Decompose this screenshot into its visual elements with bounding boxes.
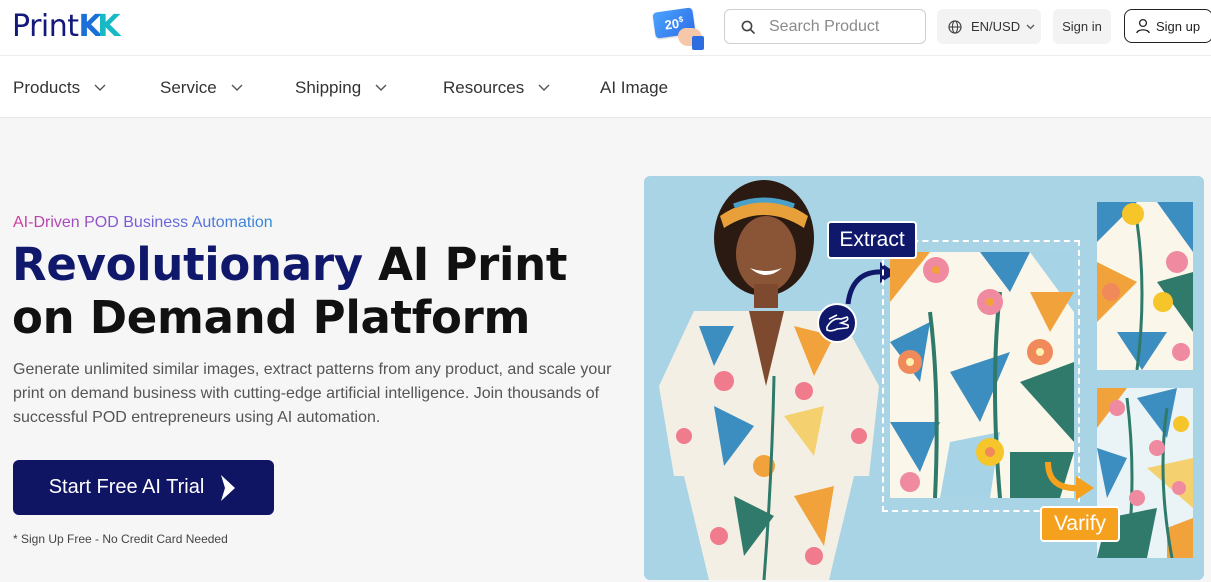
coupon-promo-icon[interactable]: 20$ (652, 6, 704, 50)
nav-item-resources[interactable]: Resources (443, 57, 550, 118)
chevron-right-icon (221, 474, 236, 501)
variation-tile-top (1097, 202, 1193, 370)
main-nav: Products Service Shipping Resources AI I… (0, 57, 1211, 118)
sign-in-button[interactable]: Sign in (1053, 9, 1111, 44)
nav-item-ai-image[interactable]: AI Image (600, 57, 668, 118)
search-input[interactable] (769, 17, 919, 36)
user-icon (1136, 18, 1150, 34)
extract-label-badge: Extract (827, 221, 917, 259)
chevron-down-icon (538, 84, 550, 91)
hand-hold-icon (817, 303, 857, 343)
verify-label-badge: Varify (1040, 506, 1120, 542)
top-bar: PrintKK 20$ EN/USD Sign in Sign up (0, 0, 1211, 56)
sign-up-label: Sign up (1156, 18, 1201, 34)
cta-label: Start Free AI Trial (48, 476, 205, 498)
chevron-down-icon (231, 84, 243, 91)
orange-arrow-icon (1045, 461, 1094, 500)
headline-accent: Revolutionary (12, 238, 363, 291)
hero-headline: Revolutionary AI Print on Demand Platfor… (12, 238, 632, 344)
hero-eyebrow: AI-Driven POD Business Automation (13, 214, 273, 231)
nav-item-service[interactable]: Service (160, 57, 243, 118)
nav-item-shipping[interactable]: Shipping (295, 57, 387, 118)
hero-section: AI-Driven POD Business Automation Revolu… (0, 118, 1211, 582)
signup-note: * Sign Up Free - No Credit Card Needed (13, 532, 228, 546)
globe-icon (948, 19, 962, 34)
chevron-down-icon (1026, 24, 1035, 29)
nav-item-products[interactable]: Products (13, 57, 106, 118)
start-free-ai-trial-button[interactable]: Start Free AI Trial (13, 460, 274, 515)
printkk-logo[interactable]: PrintKK (12, 8, 121, 48)
language-label: EN/USD (971, 19, 1021, 34)
hero-description: Generate unlimited similar images, extra… (13, 361, 612, 426)
chevron-down-icon (94, 84, 106, 91)
language-currency-selector[interactable]: EN/USD (937, 9, 1041, 44)
chevron-down-icon (375, 84, 387, 91)
cuff-shape (692, 36, 704, 50)
hero-illustration: Extract Varify (644, 176, 1204, 580)
search-box[interactable] (724, 9, 926, 44)
search-icon (741, 20, 755, 34)
sign-up-button[interactable]: Sign up (1124, 9, 1211, 43)
